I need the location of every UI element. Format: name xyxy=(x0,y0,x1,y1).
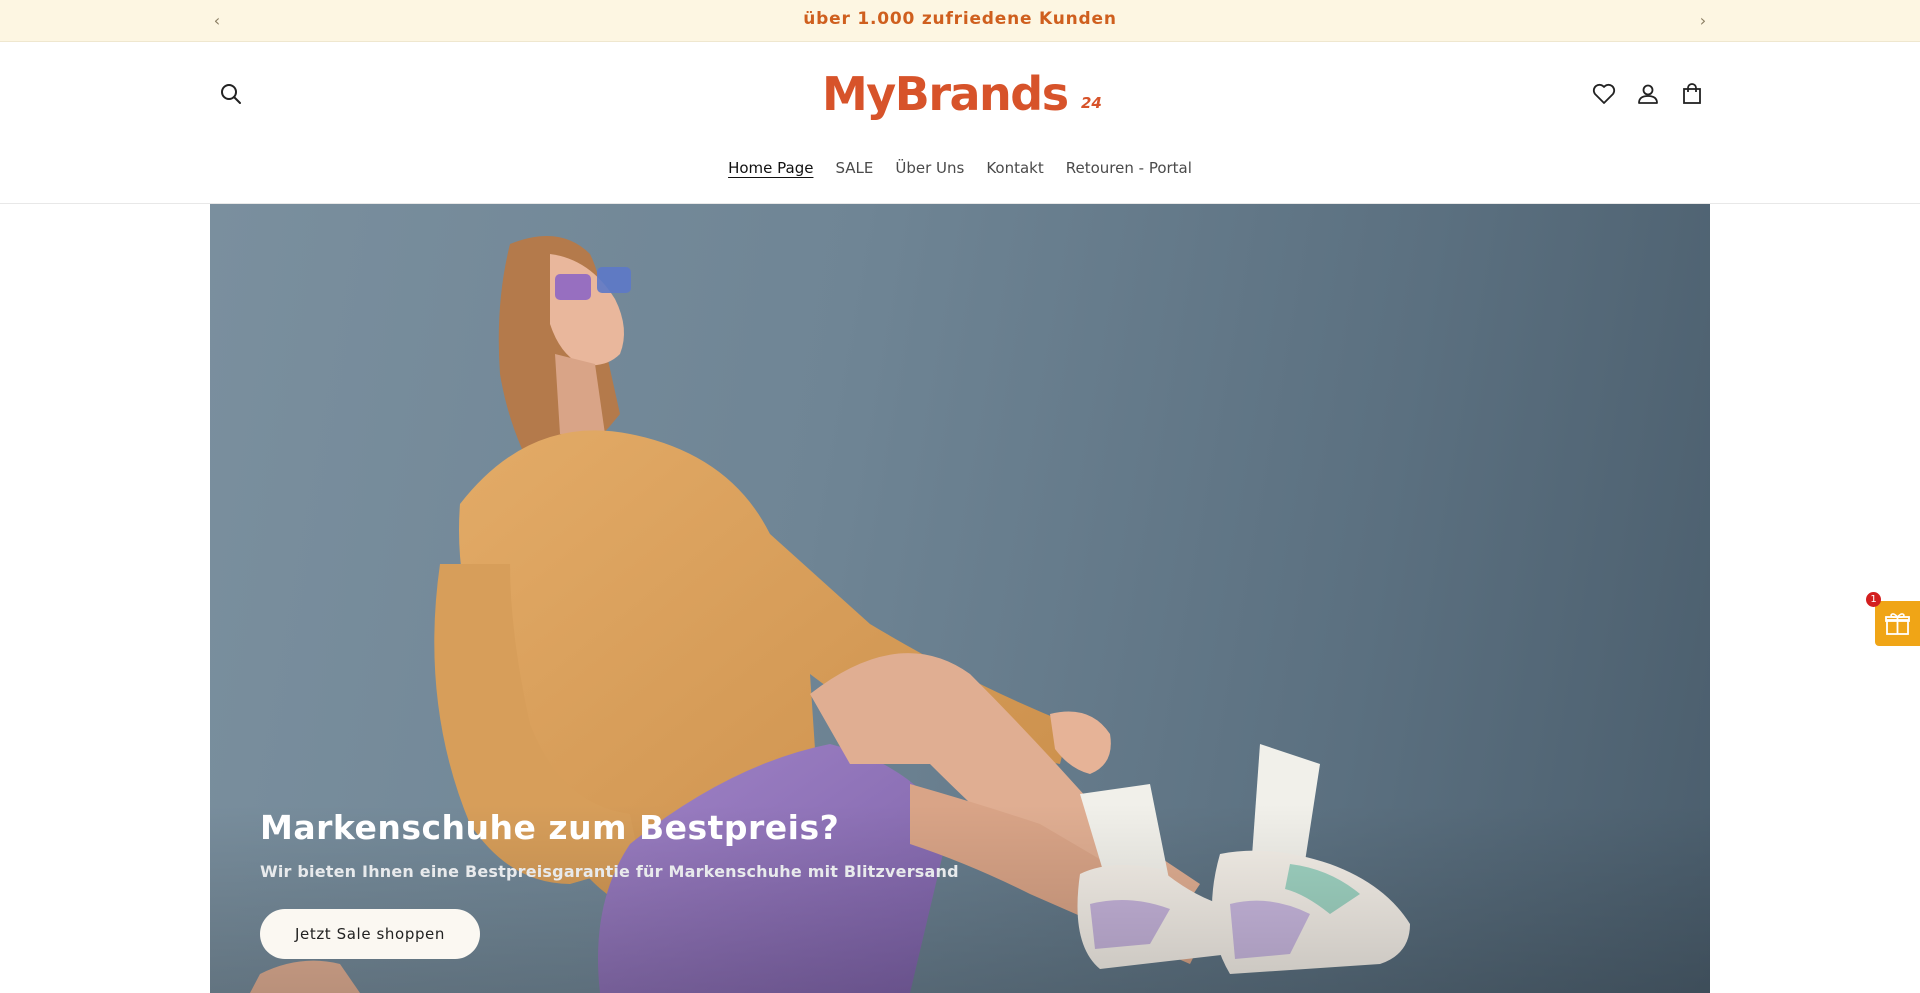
logo-suffix: 24 xyxy=(1081,94,1102,112)
user-icon[interactable] xyxy=(1634,80,1662,108)
nav-item-sale[interactable]: SALE xyxy=(835,156,873,180)
announcement-text: über 1.000 zufriedene Kunden xyxy=(803,9,1117,29)
notification-badge: 1 xyxy=(1866,592,1881,607)
hero-banner: Markenschuhe zum Bestpreis? Wir bieten I… xyxy=(210,204,1710,993)
shop-sale-button[interactable]: Jetzt Sale shoppen xyxy=(260,909,480,959)
heart-icon[interactable] xyxy=(1590,80,1618,108)
gift-icon xyxy=(1885,613,1910,635)
hero-title: Markenschuhe zum Bestpreis? xyxy=(260,808,840,847)
gift-widget-button[interactable] xyxy=(1875,601,1920,646)
site-logo[interactable]: MyBrands 24 xyxy=(822,64,1102,124)
search-icon[interactable] xyxy=(217,80,245,108)
nav-item-home[interactable]: Home Page xyxy=(728,156,813,180)
nav-item-about[interactable]: Über Uns xyxy=(895,156,964,180)
hero-subtitle: Wir bieten Ihnen eine Bestpreisgarantie … xyxy=(260,862,959,881)
main-nav: Home Page SALE Über Uns Kontakt Retouren… xyxy=(0,156,1920,180)
shopping-bag-icon[interactable] xyxy=(1678,80,1706,108)
announcement-bar: ‹ über 1.000 zufriedene Kunden › xyxy=(0,0,1920,42)
chevron-right-icon[interactable]: › xyxy=(1693,11,1713,31)
logo-text: MyBrands xyxy=(822,67,1069,121)
nav-item-returns[interactable]: Retouren - Portal xyxy=(1066,156,1192,180)
nav-item-contact[interactable]: Kontakt xyxy=(986,156,1043,180)
site-header: MyBrands 24 Home Page SALE Über Uns Kont… xyxy=(0,42,1920,204)
